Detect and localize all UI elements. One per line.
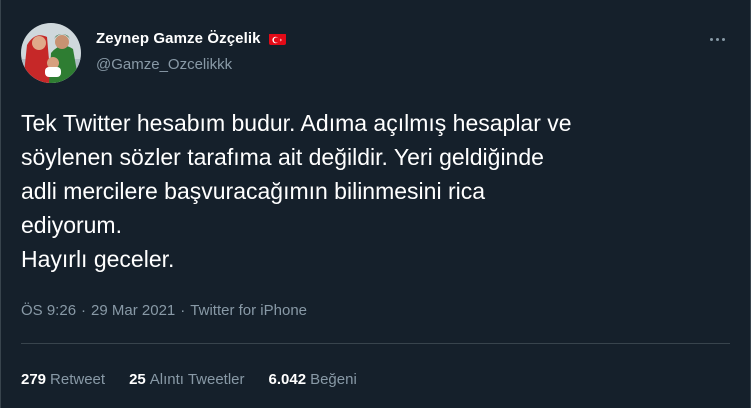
retweets-label: Retweet [50, 371, 106, 388]
tweet-text-line: ediyorum. [21, 212, 122, 238]
author-name-row: Zeynep Gamze Özçelik [96, 30, 286, 47]
tweet-text-line: adli mercilere başvuracağımın bilinmesin… [21, 178, 486, 204]
likes-stat[interactable]: 6.042 Beğeni [269, 371, 357, 388]
tweet-text-line: söylenen sözler tarafıma ait değildir. Y… [21, 144, 544, 170]
quote-tweets-stat[interactable]: 25 Alıntı Tweetler [129, 371, 244, 388]
tweet-time[interactable]: ÖS 9:26 [21, 302, 76, 319]
tweet-text-line: Tek Twitter hesabım budur. Adıma açılmış… [21, 110, 572, 136]
likes-label: Beğeni [310, 371, 357, 388]
turkey-flag-icon [268, 33, 286, 45]
tweet-date[interactable]: 29 Mar 2021 [91, 302, 175, 319]
author-display-name[interactable]: Zeynep Gamze Özçelik [96, 30, 261, 47]
quote-tweets-label: Alıntı Tweetler [149, 371, 245, 388]
tweet-meta: ÖS 9:26 · 29 Mar 2021 · Twitter for iPhone [21, 302, 307, 319]
likes-count: 6.042 [268, 371, 307, 388]
author-handle[interactable]: @Gamze_Ozcelikkk [96, 56, 232, 73]
meta-separator: · [180, 302, 186, 319]
avatar-image [21, 23, 81, 83]
retweets-count: 279 [21, 371, 47, 388]
divider [21, 343, 730, 344]
meta-separator: · [81, 302, 87, 319]
quote-tweets-count: 25 [129, 371, 146, 388]
tweet-card: Zeynep Gamze Özçelik @Gamze_Ozcelikkk Te… [0, 0, 751, 408]
tweet-text: Tek Twitter hesabım budur. Adıma açılmış… [21, 106, 721, 276]
tweet-stats: 279 Retweet 25 Alıntı Tweetler 6.042 Beğeni [21, 371, 357, 388]
avatar[interactable] [21, 23, 81, 83]
more-options-icon[interactable] [706, 30, 728, 48]
tweet-source[interactable]: Twitter for iPhone [190, 302, 307, 319]
tweet-text-line: Hayırlı geceler. [21, 246, 175, 272]
retweets-stat[interactable]: 279 Retweet [21, 371, 105, 388]
